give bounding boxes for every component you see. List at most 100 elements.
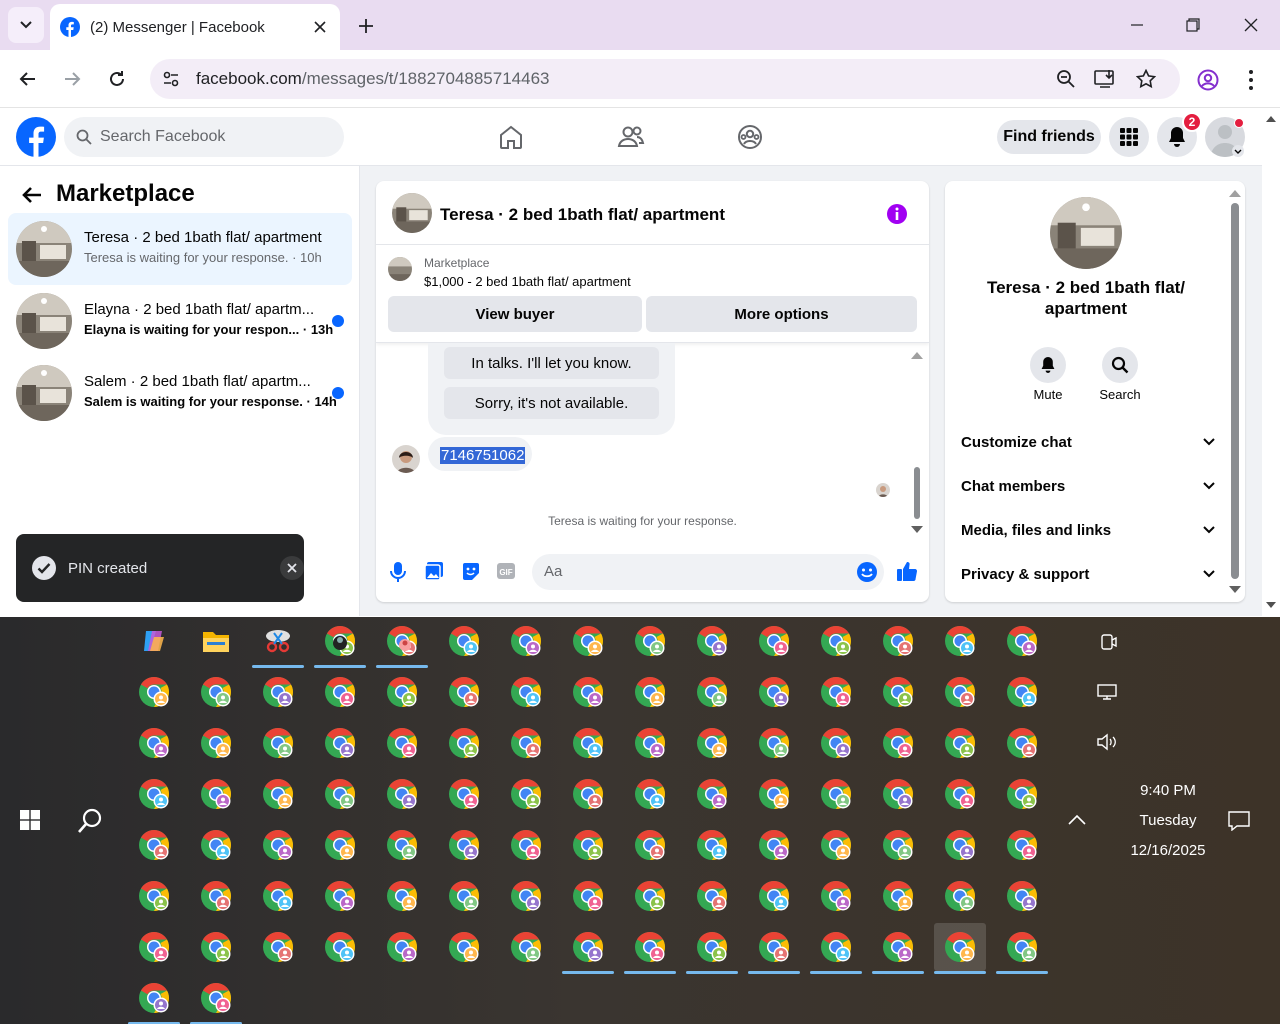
profile-icon[interactable] [1197,69,1219,91]
mute-button[interactable] [1030,347,1066,383]
section-media-files-links[interactable]: Media, files and links [961,522,1215,552]
gif-icon[interactable]: GIF [496,562,516,580]
chrome-profile-app-icon[interactable] [686,872,738,920]
thumbs-up-icon[interactable] [896,560,918,582]
chrome-profile-app-icon[interactable] [748,770,800,818]
message-input[interactable]: Aa [532,554,884,590]
install-app-icon[interactable] [1094,69,1116,89]
chrome-profile-app-icon[interactable] [996,821,1048,869]
chrome-profile-app-icon[interactable] [934,821,986,869]
chrome-profile-app-icon[interactable] [252,719,304,767]
chrome-profile-app-icon[interactable] [252,821,304,869]
chrome-profile-app-icon[interactable] [996,719,1048,767]
chrome-profile-app-icon[interactable] [810,617,862,665]
chrome-profile-app-icon[interactable] [996,923,1048,974]
chrome-profile-app-icon[interactable] [252,923,304,971]
close-window-button[interactable] [1236,10,1266,40]
chrome-profile-app-icon[interactable] [562,617,614,665]
chrome-profile-app-icon[interactable] [624,668,676,716]
windows-start-icon[interactable] [20,810,40,830]
scroll-up-icon[interactable] [911,351,923,359]
chrome-profile-app-icon[interactable] [686,668,738,716]
conversation-item[interactable]: Salem · 2 bed 1bath flat/ apartm... Sale… [8,357,352,429]
chrome-profile-app-icon[interactable] [810,770,862,818]
chrome-profile-app-icon[interactable] [500,719,552,767]
chrome-profile-app-icon[interactable] [996,617,1048,665]
chrome-profile-app-icon[interactable] [872,617,924,665]
chrome-profile-app-icon[interactable] [438,770,490,818]
chrome-profile-app-icon[interactable] [190,719,242,767]
chrome-profile-app-icon[interactable] [128,821,180,869]
home-nav[interactable] [496,122,526,152]
chrome-profile-app-icon[interactable] [624,923,676,974]
message-text-selected[interactable]: 7146751062 [440,447,526,464]
section-customize-chat[interactable]: Customize chat [961,434,1215,464]
find-friends-button[interactable]: Find friends [997,120,1101,154]
chrome-profile-app-icon[interactable] [748,872,800,920]
network-icon[interactable] [1096,683,1118,701]
clock-time[interactable]: 9:40 PM [1120,782,1216,799]
avatar[interactable] [392,193,432,233]
browser-tab[interactable]: (2) Messenger | Facebook [50,4,340,50]
chrome-profile-app-icon[interactable] [438,923,490,971]
chrome-profile-app-icon[interactable] [190,770,242,818]
page-scrollbar[interactable] [1262,108,1280,616]
chrome-profile-app-icon[interactable] [376,719,428,767]
chrome-profile-app-icon[interactable] [748,668,800,716]
chat-scroll-thumb[interactable] [914,467,920,519]
info-icon[interactable] [886,203,908,225]
chrome-profile-app-icon[interactable] [934,719,986,767]
chrome-profile-app-icon[interactable] [934,923,986,974]
chrome-profile-app-icon[interactable] [872,872,924,920]
chrome-profile-app-icon[interactable] [376,617,428,668]
conversation-item[interactable]: Teresa · 2 bed 1bath flat/ apartment Ter… [8,213,352,285]
meet-now-icon[interactable] [1098,633,1118,651]
chrome-profile-app-icon[interactable] [872,719,924,767]
chrome-profile-app-icon[interactable] [376,872,428,920]
chrome-profile-app-icon[interactable] [438,821,490,869]
chrome-profile-app-icon[interactable] [376,668,428,716]
new-tab-button[interactable] [352,12,380,40]
chrome-profile-app-icon[interactable] [748,923,800,974]
chrome-profile-app-icon[interactable] [190,668,242,716]
chrome-profile-app-icon[interactable] [128,872,180,920]
chrome-profile-app-icon[interactable] [562,821,614,869]
chrome-profile-app-icon[interactable] [500,821,552,869]
emoji-icon[interactable] [856,561,878,583]
chrome-profile-app-icon[interactable] [562,668,614,716]
chrome-profile-app-icon[interactable] [934,668,986,716]
scroll-down-icon[interactable] [911,526,923,534]
chrome-profile-app-icon[interactable] [624,617,676,665]
chrome-profile-app-icon[interactable] [438,617,490,665]
chrome-profile-app-icon[interactable] [128,923,180,971]
file-explorer-app-icon[interactable] [190,617,242,665]
chrome-profile-app-icon[interactable] [810,821,862,869]
scroll-up-icon[interactable] [1229,189,1241,197]
section-privacy-support[interactable]: Privacy & support [961,566,1215,596]
chrome-profile-app-icon[interactable] [500,668,552,716]
notification-center-icon[interactable] [1228,811,1250,831]
restore-button[interactable] [1178,10,1208,40]
chrome-profile-app-icon[interactable] [314,719,366,767]
chrome-profile-app-icon[interactable] [500,872,552,920]
chrome-profile-app-icon[interactable] [376,923,428,971]
chrome-profile-app-icon[interactable] [190,923,242,971]
chrome-profile-app-icon[interactable] [934,617,986,665]
forward-button[interactable] [57,64,87,94]
sticker-icon[interactable] [460,560,482,582]
view-buyer-button[interactable]: View buyer [388,296,642,332]
chrome-profile-app-icon[interactable] [500,617,552,665]
chrome-profile-app-icon[interactable] [748,617,800,665]
chrome-profile-app-icon[interactable] [686,617,738,665]
photo-icon[interactable] [424,561,444,581]
chrome-profile-app-icon[interactable] [314,821,366,869]
zoom-icon[interactable] [1056,69,1076,89]
chrome-profile-app-icon[interactable] [128,668,180,716]
chrome-profile-app-icon[interactable] [996,770,1048,818]
chrome-profile-app-icon[interactable] [314,668,366,716]
chrome-profile-app-icon[interactable] [624,719,676,767]
facebook-logo-icon[interactable] [16,117,56,157]
tab-search-button[interactable] [8,7,44,43]
chrome-profile-app-icon[interactable] [624,770,676,818]
menu-button[interactable] [1109,117,1149,157]
